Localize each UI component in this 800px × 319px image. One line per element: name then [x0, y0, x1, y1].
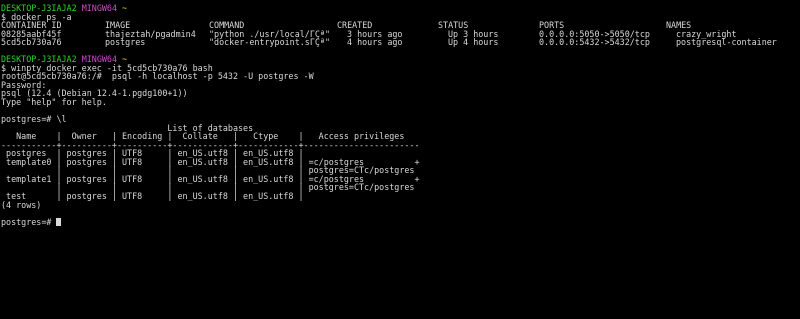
- db-list-row: test | postgres | UTF8 | en_US.utf8 | en…: [1, 191, 309, 202]
- text-cursor: [56, 217, 62, 226]
- db-list-row-count: (4 rows): [1, 199, 42, 210]
- container-ports: 0.0.0.0:5432->5432/tcp: [539, 37, 650, 48]
- terminal-window[interactable]: DESKTOP-J3IAJA2 MINGW64 ~ $ docker ps -a…: [0, 0, 800, 319]
- prompt-path: ~: [122, 3, 128, 13]
- container-image: postgres: [105, 37, 146, 48]
- psql-input-line[interactable]: postgres=#: [1, 216, 800, 227]
- psql-version: psql (12.4 (Debian 12.4-1.pgdg100+1)): [1, 88, 188, 99]
- container-name: postgresql-container: [676, 37, 777, 48]
- git-bash-prompt: DESKTOP-J3IAJA2 MINGW64 ~: [1, 4, 800, 13]
- container-shell-command: root@5cd5cb730a76:/# psql -h localhost -…: [1, 71, 314, 82]
- container-created: 4 hours ago: [347, 37, 403, 48]
- container-status: Up 4 hours: [448, 37, 499, 48]
- psql-help-hint: Type "help" for help.: [1, 97, 107, 108]
- container-command: "docker-entrypoint.sΓÇª": [209, 37, 331, 48]
- ps-row: 5cd5cb730a76 postgres "docker-entrypoint…: [1, 38, 800, 47]
- container-id: 5cd5cb730a76: [1, 37, 62, 48]
- prompt-shell: MINGW64: [81, 3, 117, 13]
- psql-prompt: postgres=#: [1, 216, 57, 227]
